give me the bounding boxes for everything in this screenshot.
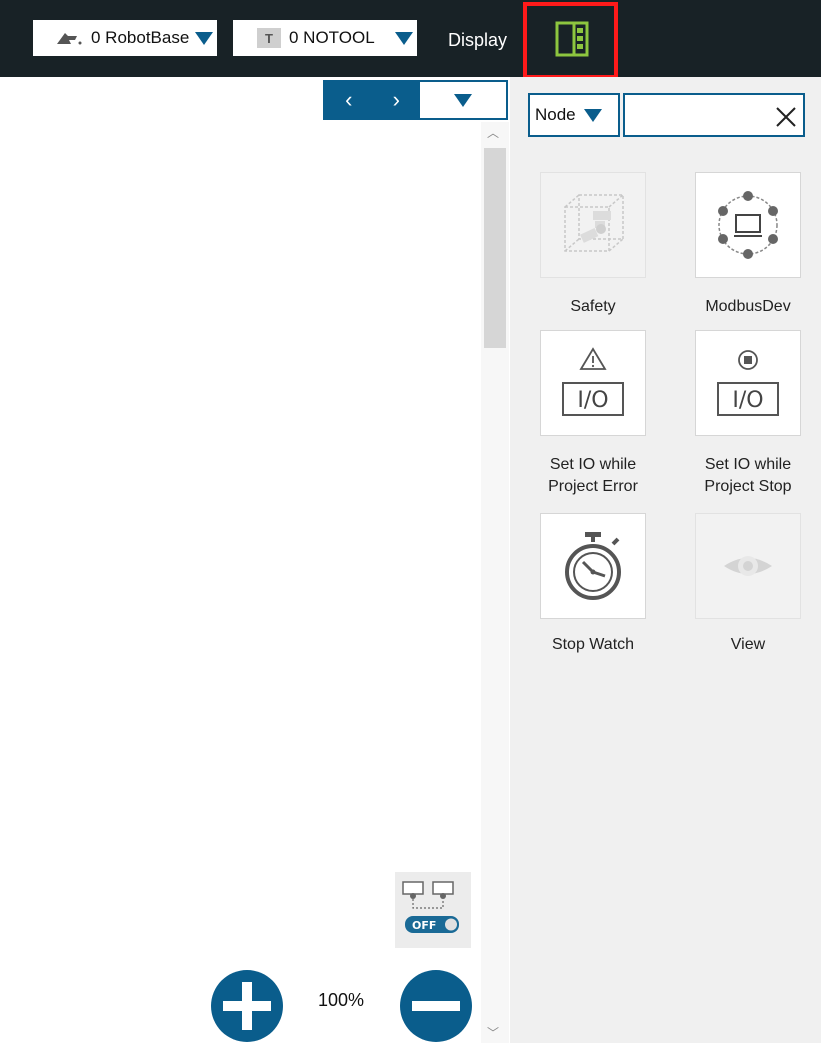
search-box bbox=[623, 93, 805, 137]
node-tile-view[interactable] bbox=[695, 513, 801, 619]
robot-base-dropdown[interactable]: 0 RobotBase bbox=[33, 20, 217, 56]
safety-icon bbox=[564, 194, 624, 252]
io-error-icon: I/O bbox=[562, 347, 624, 416]
zoom-out-button[interactable] bbox=[400, 970, 472, 1042]
plus-icon bbox=[223, 982, 271, 1030]
chevron-down-icon bbox=[583, 108, 602, 122]
node-label: ModbusDev bbox=[705, 298, 791, 315]
node-tile-set-io-error[interactable]: I/O bbox=[540, 330, 646, 436]
base-icon bbox=[57, 33, 82, 45]
io-text: I/O bbox=[577, 388, 608, 413]
nav-arrows: ‹ › bbox=[325, 82, 420, 118]
toggle-state-label: OFF bbox=[412, 919, 437, 932]
node-tile-modbusdev[interactable] bbox=[695, 172, 801, 278]
tool-badge-icon: T bbox=[257, 28, 281, 48]
top-toolbar: 0 RobotBase T 0 NOTOOL Display bbox=[0, 0, 821, 77]
node-filter-value: Node bbox=[535, 105, 576, 124]
node-label: Set IO while Project Error bbox=[548, 456, 638, 495]
node-label: Safety bbox=[570, 298, 616, 315]
io-text: I/O bbox=[732, 388, 763, 413]
io-stop-icon: I/O bbox=[717, 350, 779, 416]
chevron-down-icon bbox=[195, 31, 213, 45]
scroll-up-icon[interactable]: ︿ bbox=[487, 124, 499, 141]
search-input[interactable] bbox=[629, 99, 769, 131]
zoom-in-button[interactable] bbox=[211, 970, 283, 1042]
flow-dropdown-button[interactable] bbox=[420, 82, 506, 118]
link-nodes-icon bbox=[402, 881, 459, 933]
display-icon-highlight bbox=[523, 2, 618, 79]
link-display-toggle[interactable]: OFF bbox=[395, 872, 471, 948]
scroll-down-icon[interactable]: ﹀ bbox=[487, 1024, 499, 1041]
flow-navigation: ‹ › bbox=[323, 80, 508, 120]
node-tile-set-io-stop[interactable]: I/O bbox=[695, 330, 801, 436]
chevron-down-icon bbox=[395, 31, 413, 45]
chevron-down-icon bbox=[454, 93, 472, 107]
node-label: Stop Watch bbox=[551, 636, 635, 653]
node-label: View bbox=[730, 636, 766, 653]
tool-dropdown[interactable]: T 0 NOTOOL bbox=[233, 20, 417, 56]
scrollbar-thumb[interactable] bbox=[484, 148, 506, 348]
minus-icon bbox=[412, 1001, 460, 1011]
node-tile-safety[interactable] bbox=[540, 172, 646, 278]
node-filter-dropdown[interactable]: Node bbox=[528, 93, 620, 137]
node-label: Set IO while Project Stop bbox=[704, 456, 792, 495]
zoom-level: 100% bbox=[318, 990, 365, 1010]
node-tile-stop-watch[interactable] bbox=[540, 513, 646, 619]
chevron-left-icon[interactable]: ‹ bbox=[345, 87, 352, 113]
robot-base-label: 0 RobotBase bbox=[91, 28, 190, 47]
chevron-right-icon[interactable]: › bbox=[393, 87, 400, 113]
stopwatch-icon bbox=[565, 532, 621, 600]
close-icon[interactable] bbox=[771, 101, 799, 131]
display-label[interactable]: Display bbox=[448, 30, 507, 51]
tool-label: 0 NOTOOL bbox=[289, 28, 375, 47]
eye-icon bbox=[724, 556, 772, 576]
modbus-device-icon bbox=[718, 191, 778, 259]
